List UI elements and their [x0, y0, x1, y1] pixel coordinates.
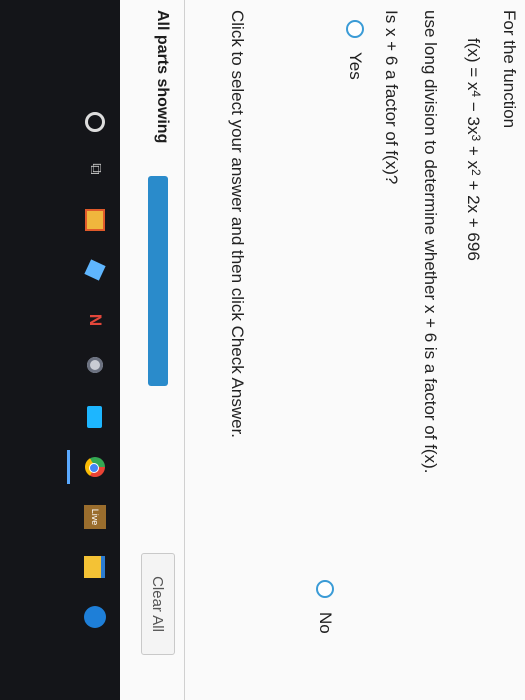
app-icon [87, 357, 103, 373]
taskbar-app-button[interactable] [70, 350, 120, 380]
store-icon [85, 209, 105, 231]
hint-text: Click to select your answer and then cli… [228, 10, 247, 439]
choice-no-label: No [316, 612, 335, 634]
start-button[interactable] [70, 108, 120, 136]
radio-yes[interactable] [346, 20, 364, 38]
taskbar-app-button[interactable] [70, 255, 120, 285]
function-prefix: f(x) = x [464, 38, 483, 91]
radio-no[interactable] [316, 580, 334, 598]
choice-yes-label: Yes [346, 52, 365, 80]
mail-button[interactable] [70, 400, 120, 434]
app-icon [84, 259, 106, 281]
function-term2: − 3x [464, 97, 483, 135]
task-view-button[interactable]: ⧉ [70, 155, 120, 183]
screen: For the function f(x) = x4 − 3x3 + x2 + … [0, 0, 525, 700]
question-panel: For the function f(x) = x4 − 3x3 + x2 + … [120, 0, 525, 700]
exponent-3: 3 [469, 134, 483, 142]
live-button[interactable]: Live [70, 500, 120, 534]
intro-text: For the function [500, 10, 519, 129]
function-expression: f(x) = x4 − 3x3 + x2 + 2x + 696 [463, 38, 483, 261]
store-button[interactable] [70, 205, 120, 235]
taskbar-app-button[interactable] [70, 600, 120, 634]
start-icon [85, 112, 105, 132]
live-icon: Live [84, 505, 106, 529]
divider [184, 0, 185, 700]
task-view-icon: ⧉ [87, 163, 104, 175]
app-icon [84, 606, 106, 628]
choice-yes[interactable]: Yes [345, 20, 365, 80]
instruction-text: use long division to determine whether x… [421, 10, 440, 474]
choice-no[interactable]: No [315, 580, 335, 634]
progress-bar [148, 176, 168, 386]
function-term3: + x [464, 141, 483, 170]
exponent-4: 4 [469, 90, 483, 98]
exponent-2: 2 [469, 169, 483, 176]
question-text: Is x + 6 a factor of f(x)? [382, 10, 401, 185]
taskbar: ⧉ N Live [0, 0, 120, 700]
clear-all-button[interactable]: Clear All [141, 553, 175, 655]
app-n-icon: N [86, 313, 105, 327]
mail-icon [87, 406, 103, 428]
function-rest: + 2x + 696 [464, 175, 483, 261]
file-explorer-icon [84, 556, 106, 578]
parts-label: All parts showing [154, 10, 171, 144]
chrome-icon [85, 457, 105, 477]
taskbar-app-n-button[interactable]: N [70, 305, 120, 335]
chrome-button[interactable] [67, 450, 120, 484]
file-explorer-button[interactable] [70, 550, 120, 584]
